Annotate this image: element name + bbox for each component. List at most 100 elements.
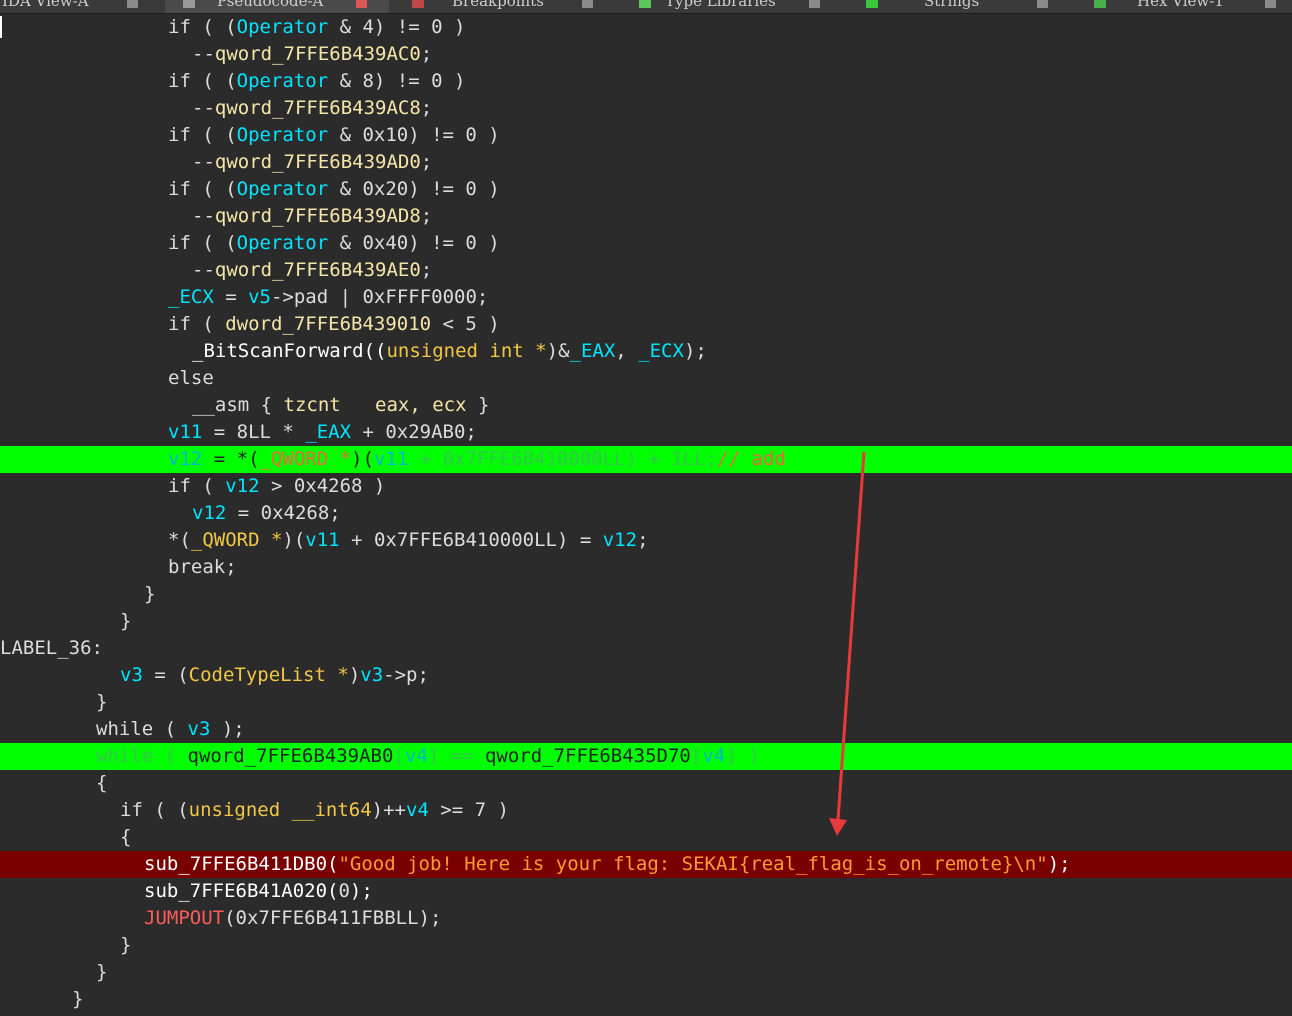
- code-token: }: [72, 988, 84, 1010]
- close-icon[interactable]: [809, 0, 820, 8]
- code-token: ;: [420, 259, 433, 281]
- code-token[interactable]: v11: [305, 529, 339, 551]
- code-token[interactable]: v3: [188, 718, 211, 740]
- code-token[interactable]: qword_7FFE6B435D70: [485, 745, 691, 767]
- close-icon[interactable]: [582, 0, 593, 8]
- code-line[interactable]: _ECX = v5->pad | 0xFFFF0000;: [168, 284, 1292, 311]
- code-token[interactable]: Operator: [237, 232, 329, 254]
- code-line[interactable]: JUMPOUT(0x7FFE6B411FBBLL);: [144, 905, 1292, 932]
- tab-ida-view-a[interactable]: IDA View-A: [2, 0, 89, 13]
- code-token[interactable]: dword_7FFE6B439010: [225, 313, 431, 335]
- code-token[interactable]: qword_7FFE6B439AC0: [215, 43, 421, 65]
- code-line[interactable]: }: [144, 581, 1292, 608]
- code-token[interactable]: _ECX: [168, 286, 214, 308]
- code-token[interactable]: qword_7FFE6B439AD0: [215, 151, 421, 173]
- code-token[interactable]: v4: [405, 745, 428, 767]
- code-token[interactable]: v12: [168, 448, 202, 470]
- code-token: if ( (: [168, 70, 237, 92]
- code-line[interactable]: __asm { tzcnt eax, ecx }: [192, 392, 1292, 419]
- code-line[interactable]: if ( (Operator & 0x20) != 0 ): [168, 176, 1292, 203]
- code-token[interactable]: _BitScanForward((: [192, 340, 386, 362]
- code-token[interactable]: sub_7FFE6B41A020(: [144, 880, 338, 902]
- code-token[interactable]: v12: [603, 529, 637, 551]
- code-line[interactable]: if ( (Operator & 0x10) != 0 ): [168, 122, 1292, 149]
- code-line[interactable]: --qword_7FFE6B439AE0;: [192, 257, 1292, 284]
- code-line[interactable]: }: [72, 986, 1292, 1013]
- code-token[interactable]: v11: [374, 448, 408, 470]
- code-line[interactable]: if ( (Operator & 8) != 0 ): [168, 68, 1292, 95]
- code-line[interactable]: }: [120, 608, 1292, 635]
- flag-string[interactable]: "Good job! Here is your flag: SEKAI{real…: [338, 853, 1047, 875]
- highlighted-code-line[interactable]: while ( qword_7FFE6B439AB0[v4] == qword_…: [0, 743, 1292, 770]
- code-token[interactable]: _EAX: [570, 340, 616, 362]
- code-token[interactable]: JUMPOUT: [144, 907, 224, 929]
- code-line[interactable]: --qword_7FFE6B439AC0;: [192, 41, 1292, 68]
- code-token[interactable]: Operator: [237, 124, 329, 146]
- code-token[interactable]: v4: [702, 745, 725, 767]
- code-token: --: [192, 151, 215, 173]
- code-token[interactable]: Operator: [237, 178, 329, 200]
- code-token: = *(: [202, 448, 260, 470]
- code-line[interactable]: *(_QWORD *)(v11 + 0x7FFE6B410000LL) = v1…: [168, 527, 1292, 554]
- code-token[interactable]: Operator: [237, 70, 329, 92]
- close-icon[interactable]: [1265, 0, 1276, 8]
- code-token: );: [210, 718, 245, 740]
- code-token[interactable]: v4: [406, 799, 429, 821]
- code-line[interactable]: {: [120, 824, 1292, 851]
- code-line[interactable]: {: [96, 770, 1292, 797]
- code-token: & 0x10) != 0 ): [328, 124, 500, 146]
- code-line[interactable]: --qword_7FFE6B439AC8;: [192, 95, 1292, 122]
- code-token[interactable]: _ECX: [638, 340, 684, 362]
- code-line[interactable]: else: [168, 365, 1292, 392]
- code-line[interactable]: _BitScanForward((unsigned int *)&_EAX, _…: [192, 338, 1292, 365]
- code-token: = 0x4268;: [226, 502, 341, 524]
- code-line[interactable]: if ( dword_7FFE6B439010 < 5 ): [168, 311, 1292, 338]
- highlighted-code-line[interactable]: v12 = *(_QWORD *)(v11 + 0x7FFE6B410000LL…: [0, 446, 1292, 473]
- code-line[interactable]: if ( (Operator & 4) != 0 ): [168, 14, 1292, 41]
- code-line[interactable]: --qword_7FFE6B439AD0;: [192, 149, 1292, 176]
- code-token[interactable]: qword_7FFE6B439AD8: [215, 205, 421, 227]
- tab-strings[interactable]: Strings: [924, 0, 979, 13]
- close-icon[interactable]: [1037, 0, 1048, 8]
- code-line[interactable]: sub_7FFE6B41A020(0);: [144, 878, 1292, 905]
- code-token[interactable]: v12: [225, 475, 259, 497]
- code-token[interactable]: v12: [192, 502, 226, 524]
- code-line[interactable]: }: [96, 689, 1292, 716]
- code-token[interactable]: v5: [248, 286, 271, 308]
- tab-hex-view-1[interactable]: Hex View-1: [1137, 0, 1224, 13]
- code-label[interactable]: LABEL_36:: [0, 637, 103, 659]
- code-token[interactable]: qword_7FFE6B439AB0: [188, 745, 394, 767]
- code-line[interactable]: v3 = (CodeTypeList *)v3->p;: [120, 662, 1292, 689]
- code-token: tzcnt eax, ecx: [283, 394, 467, 416]
- code-line[interactable]: v12 = 0x4268;: [192, 500, 1292, 527]
- code-token[interactable]: qword_7FFE6B439AE0: [215, 259, 421, 281]
- code-token: 0: [338, 880, 350, 902]
- tab-breakpoints[interactable]: Breakpoints: [452, 0, 544, 13]
- code-line[interactable]: if ( v12 > 0x4268 ): [168, 473, 1292, 500]
- code-token[interactable]: _EAX: [305, 421, 351, 443]
- code-token[interactable]: v11: [168, 421, 202, 443]
- close-icon[interactable]: [127, 0, 138, 8]
- code-line[interactable]: --qword_7FFE6B439AD8;: [192, 203, 1292, 230]
- code-token[interactable]: sub_7FFE6B411DB0(: [144, 853, 338, 875]
- code-token[interactable]: qword_7FFE6B439AC8: [215, 97, 421, 119]
- close-icon[interactable]: [356, 0, 367, 8]
- code-token: ;: [637, 529, 649, 551]
- code-token[interactable]: v3: [360, 664, 383, 686]
- code-line[interactable]: while ( v3 );: [96, 716, 1292, 743]
- code-token: ;: [420, 151, 433, 173]
- code-token[interactable]: v3: [120, 664, 143, 686]
- code-line[interactable]: }: [96, 959, 1292, 986]
- pseudocode-view[interactable]: if ( (Operator & 4) != 0 ) --qword_7FFE6…: [0, 14, 1292, 1016]
- code-token[interactable]: Operator: [237, 16, 329, 38]
- code-line[interactable]: if ( (unsigned __int64)++v4 >= 7 ): [120, 797, 1292, 824]
- code-line[interactable]: v11 = 8LL * _EAX + 0x29AB0;: [168, 419, 1292, 446]
- tab-type-libraries[interactable]: Type Libraries: [665, 0, 776, 13]
- code-line[interactable]: break;: [168, 554, 1292, 581]
- code-token: )(: [282, 529, 306, 551]
- code-line[interactable]: LABEL_36:: [0, 635, 1292, 662]
- code-line[interactable]: if ( (Operator & 0x40) != 0 ): [168, 230, 1292, 257]
- code-token: {: [96, 772, 108, 794]
- code-line[interactable]: }: [120, 932, 1292, 959]
- highlighted-code-line[interactable]: sub_7FFE6B411DB0("Good job! Here is your…: [0, 851, 1292, 878]
